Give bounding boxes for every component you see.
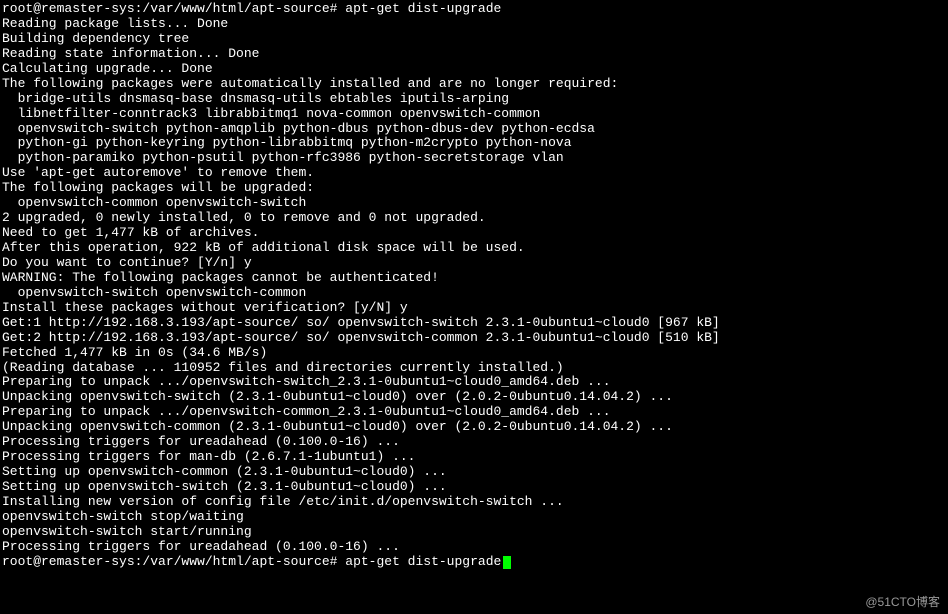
terminal-line: 2 upgraded, 0 newly installed, 0 to remo… [2,211,946,226]
terminal-line: Do you want to continue? [Y/n] y [2,256,946,271]
terminal-line: Processing triggers for man-db (2.6.7.1-… [2,450,946,465]
terminal-line: Reading package lists... Done [2,17,946,32]
terminal-line: Setting up openvswitch-common (2.3.1-0ub… [2,465,946,480]
terminal-line: root@remaster-sys:/var/www/html/apt-sour… [2,555,946,570]
terminal-line: libnetfilter-conntrack3 librabbitmq1 nov… [2,107,946,122]
terminal-line: Use 'apt-get autoremove' to remove them. [2,166,946,181]
terminal-line: Need to get 1,477 kB of archives. [2,226,946,241]
terminal-line: Calculating upgrade... Done [2,62,946,77]
terminal-line: python-paramiko python-psutil python-rfc… [2,151,946,166]
terminal-line: Processing triggers for ureadahead (0.10… [2,540,946,555]
terminal-line: Setting up openvswitch-switch (2.3.1-0ub… [2,480,946,495]
terminal-output[interactable]: root@remaster-sys:/var/www/html/apt-sour… [2,2,946,570]
terminal-line: Unpacking openvswitch-switch (2.3.1-0ubu… [2,390,946,405]
terminal-line: Install these packages without verificat… [2,301,946,316]
terminal-line: WARNING: The following packages cannot b… [2,271,946,286]
shell-command[interactable]: apt-get dist-upgrade [345,554,501,569]
watermark-label: @51CTO博客 [865,596,940,610]
shell-prompt: root@remaster-sys:/var/www/html/apt-sour… [2,554,345,569]
terminal-line: openvswitch-switch start/running [2,525,946,540]
terminal-line: The following packages were automaticall… [2,77,946,92]
terminal-line: Preparing to unpack .../openvswitch-comm… [2,405,946,420]
shell-prompt: root@remaster-sys:/var/www/html/apt-sour… [2,1,345,16]
terminal-line: After this operation, 922 kB of addition… [2,241,946,256]
terminal-line: openvswitch-switch stop/waiting [2,510,946,525]
terminal-line: openvswitch-common openvswitch-switch [2,196,946,211]
terminal-line: Get:2 http://192.168.3.193/apt-source/ s… [2,331,946,346]
shell-command: apt-get dist-upgrade [345,1,501,16]
terminal-line: Processing triggers for ureadahead (0.10… [2,435,946,450]
terminal-line: Fetched 1,477 kB in 0s (34.6 MB/s) [2,346,946,361]
terminal-line: Preparing to unpack .../openvswitch-swit… [2,375,946,390]
terminal-line: Unpacking openvswitch-common (2.3.1-0ubu… [2,420,946,435]
terminal-line: bridge-utils dnsmasq-base dnsmasq-utils … [2,92,946,107]
terminal-line: Get:1 http://192.168.3.193/apt-source/ s… [2,316,946,331]
terminal-line: Installing new version of config file /e… [2,495,946,510]
terminal-line: root@remaster-sys:/var/www/html/apt-sour… [2,2,946,17]
terminal-line: Building dependency tree [2,32,946,47]
terminal-line: openvswitch-switch python-amqplib python… [2,122,946,137]
terminal-line: openvswitch-switch openvswitch-common [2,286,946,301]
terminal-line: (Reading database ... 110952 files and d… [2,361,946,376]
cursor-icon [503,556,511,569]
terminal-line: Reading state information... Done [2,47,946,62]
terminal-line: python-gi python-keyring python-librabbi… [2,136,946,151]
terminal-line: The following packages will be upgraded: [2,181,946,196]
